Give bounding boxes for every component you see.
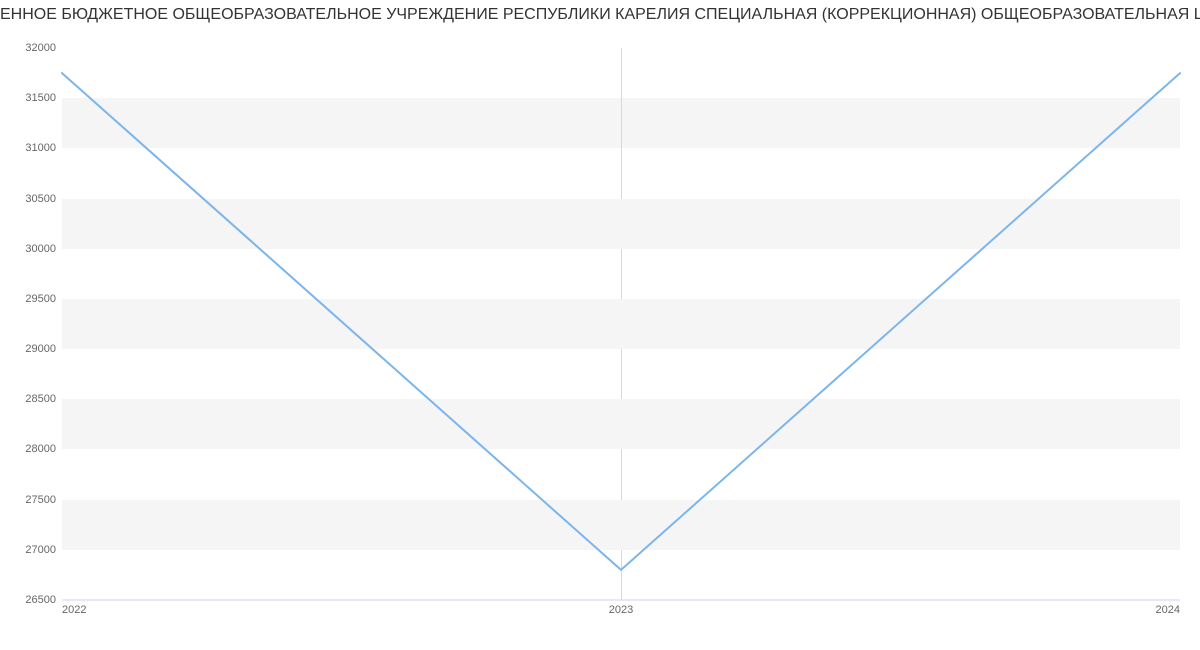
y-tick-label: 30000: [25, 243, 62, 255]
y-tick-label: 30500: [25, 193, 62, 205]
data-series-line: [62, 73, 1180, 570]
plot-area: 2650027000275002800028500290002950030000…: [62, 48, 1180, 600]
x-tick-label: 2024: [1156, 600, 1180, 616]
chart-svg: [62, 48, 1180, 600]
chart-container: ЕННОЕ БЮДЖЕТНОЕ ОБЩЕОБРАЗОВАТЕЛЬНОЕ УЧРЕ…: [0, 0, 1200, 650]
y-tick-label: 31000: [25, 142, 62, 154]
chart-title: ЕННОЕ БЮДЖЕТНОЕ ОБЩЕОБРАЗОВАТЕЛЬНОЕ УЧРЕ…: [0, 6, 1200, 24]
y-tick-label: 27000: [25, 544, 62, 556]
y-tick-label: 26500: [25, 594, 62, 606]
x-tick-label: 2023: [609, 600, 633, 616]
y-tick-label: 27500: [25, 494, 62, 506]
y-tick-label: 29500: [25, 293, 62, 305]
y-tick-label: 32000: [25, 42, 62, 54]
x-tick-label: 2022: [62, 600, 86, 616]
y-tick-label: 28000: [25, 443, 62, 455]
y-tick-label: 29000: [25, 343, 62, 355]
y-tick-label: 28500: [25, 393, 62, 405]
y-tick-label: 31500: [25, 92, 62, 104]
